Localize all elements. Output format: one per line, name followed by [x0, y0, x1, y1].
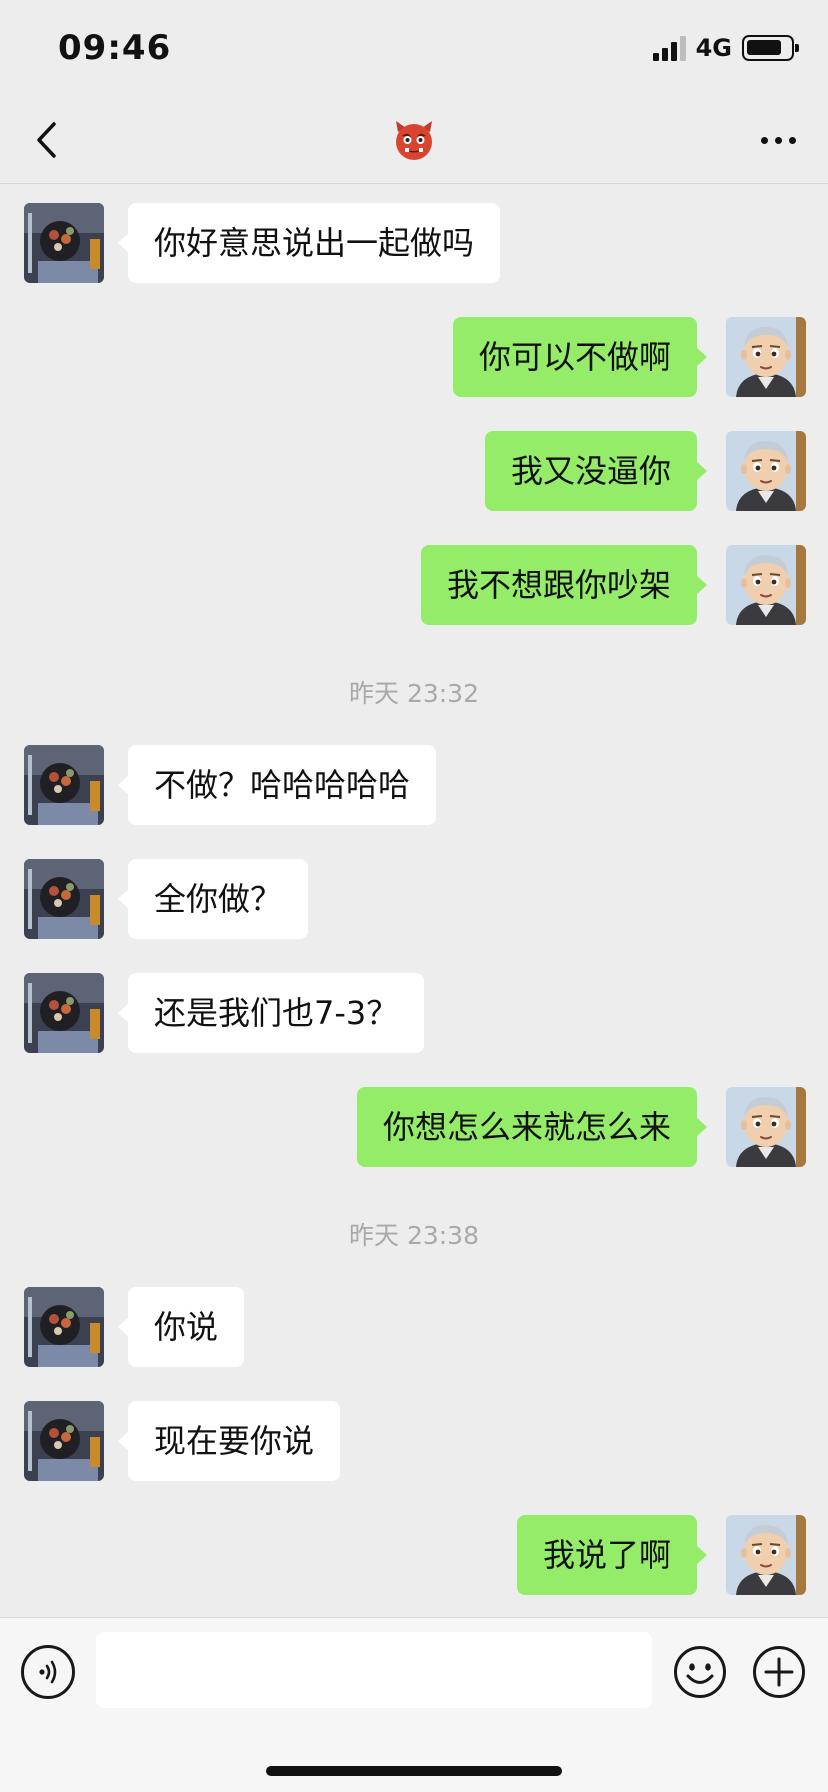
contact-avatar-image: [24, 1401, 104, 1481]
more-dot: [788, 136, 796, 144]
self-avatar[interactable]: [726, 545, 806, 625]
message-bubble[interactable]: 还是我们也7-3？: [117, 973, 425, 1053]
home-indicator[interactable]: [266, 1766, 562, 1776]
contact-avatar[interactable]: [24, 973, 104, 1053]
message-bubble[interactable]: 全你做？: [117, 859, 309, 939]
more-options-button[interactable]: [750, 116, 806, 164]
red-ogre-emoji-icon: [396, 121, 432, 160]
self-avatar-image: [726, 1515, 806, 1595]
message-list[interactable]: 你好意思说出一起做吗 你可以不做啊 我又没逼你 我不想跟你吵架 昨天 23:32…: [0, 185, 828, 1617]
contact-avatar[interactable]: [24, 745, 104, 825]
status-indicators: 4G: [652, 34, 799, 62]
message-row: 你可以不做啊: [0, 317, 828, 397]
contact-avatar-image: [24, 745, 104, 825]
self-avatar-image: [726, 317, 806, 397]
self-avatar-image: [726, 545, 806, 625]
self-avatar[interactable]: [726, 317, 806, 397]
time-divider: 昨天 23:38: [349, 1221, 479, 1250]
contact-avatar-image: [24, 1287, 104, 1367]
composer-bar: [0, 1617, 828, 1792]
more-dot: [774, 136, 782, 144]
back-button[interactable]: [22, 116, 70, 164]
self-avatar[interactable]: [726, 431, 806, 511]
message-row: 现在要你说: [0, 1401, 828, 1481]
contact-avatar[interactable]: [24, 859, 104, 939]
message-bubble[interactable]: 你好意思说出一起做吗: [117, 203, 501, 283]
message-row: 你说: [0, 1287, 828, 1367]
message-bubble[interactable]: 你想怎么来就怎么来: [356, 1087, 708, 1167]
message-row: 你想怎么来就怎么来: [0, 1087, 828, 1167]
message-bubble[interactable]: 不做？哈哈哈哈哈: [117, 745, 437, 825]
contact-avatar[interactable]: [24, 1401, 104, 1481]
self-avatar[interactable]: [726, 1087, 806, 1167]
cellular-signal-icon: [652, 35, 686, 61]
self-avatar-image: [726, 1087, 806, 1167]
status-time: 09:46: [58, 28, 172, 68]
message-row: 不做？哈哈哈哈哈: [0, 745, 828, 825]
voice-input-button[interactable]: [21, 1645, 75, 1699]
contact-avatar[interactable]: [24, 1287, 104, 1367]
self-avatar[interactable]: [726, 1515, 806, 1595]
plus-circle-icon: [753, 1646, 805, 1698]
emoji-button[interactable]: [673, 1645, 727, 1699]
message-bubble[interactable]: 你说: [117, 1287, 245, 1367]
contact-avatar-image: [24, 203, 104, 283]
message-row: 我又没逼你: [0, 431, 828, 511]
contact-avatar-image: [24, 859, 104, 939]
message-row: 我不想跟你吵架: [0, 545, 828, 625]
battery-icon: [742, 35, 799, 61]
message-bubble[interactable]: 我不想跟你吵架: [420, 545, 708, 625]
contact-avatar-image: [24, 973, 104, 1053]
smiley-face-icon: [674, 1646, 726, 1698]
more-dot: [760, 136, 768, 144]
message-row: 你好意思说出一起做吗: [0, 203, 828, 283]
more-actions-button[interactable]: [752, 1645, 806, 1699]
message-bubble[interactable]: 我又没逼你: [484, 431, 708, 511]
message-row: 全你做？: [0, 859, 828, 939]
contact-avatar[interactable]: [24, 203, 104, 283]
voice-wave-icon: [39, 1660, 57, 1684]
message-bubble[interactable]: 你可以不做啊: [452, 317, 708, 397]
chat-title-emoji: [390, 116, 438, 164]
message-bubble[interactable]: 现在要你说: [117, 1401, 341, 1481]
message-row: 我说了啊: [0, 1515, 828, 1595]
self-avatar-image: [726, 431, 806, 511]
message-row: 还是我们也7-3？: [0, 973, 828, 1053]
chat-header: [0, 96, 828, 184]
network-type-label: 4G: [695, 34, 732, 62]
message-bubble[interactable]: 我说了啊: [516, 1515, 708, 1595]
status-bar: 09:46 4G: [0, 0, 828, 96]
message-input[interactable]: [96, 1632, 652, 1708]
time-divider: 昨天 23:32: [349, 679, 479, 708]
chevron-left-icon: [37, 122, 56, 158]
